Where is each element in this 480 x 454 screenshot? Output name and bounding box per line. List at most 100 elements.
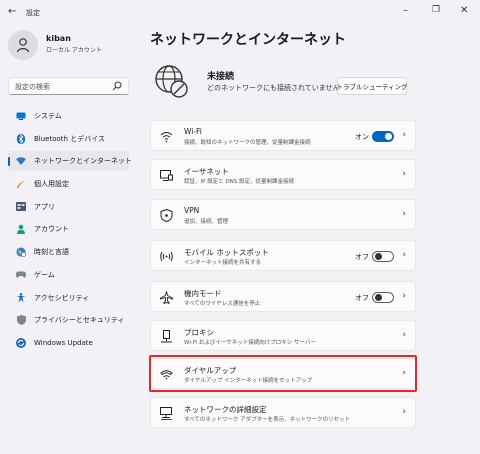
ethernet-icon bbox=[160, 170, 173, 181]
proxy-icon bbox=[161, 330, 172, 343]
sidebar-item-label: Windows Update bbox=[34, 338, 93, 347]
card-title: ダイヤルアップ bbox=[184, 366, 237, 375]
sidebar-item-label: アクセシビリティ bbox=[34, 293, 90, 302]
ethernet-card[interactable]: イーサネット 認証、IP 設定と DNS 設定、従量制課金接続 › bbox=[150, 159, 416, 190]
toggle-state-label: オン bbox=[355, 133, 369, 141]
chevron-right-icon: › bbox=[402, 250, 406, 260]
person-icon bbox=[16, 224, 26, 235]
connection-status-description: どのネットワークにも接続されていません。 bbox=[207, 84, 347, 92]
dialup-card[interactable]: ダイヤルアップ ダイヤルアップ インターネット接続をセットアップ › bbox=[150, 358, 416, 389]
network-icon bbox=[16, 156, 26, 166]
hotspot-icon bbox=[160, 251, 173, 262]
vpn-card[interactable]: VPN 追加、接続、管理 › bbox=[150, 199, 416, 230]
dialup-icon bbox=[160, 370, 173, 380]
back-arrow-icon[interactable]: ← bbox=[8, 6, 16, 17]
wifi-card[interactable]: Wi-Fi 接続、既知のネットワークの管理、従量制課金接続 オン › bbox=[150, 120, 416, 151]
card-description: 認証、IP 設定と DNS 設定、従量制課金接続 bbox=[184, 179, 295, 185]
airplane-mode-card[interactable]: 機内モード すべてのワイヤレス通信を停止 オフ › bbox=[150, 281, 416, 312]
card-description: インターネット接続を共有する bbox=[184, 260, 262, 266]
person-icon bbox=[16, 38, 30, 53]
sidebar-item-label: プライバシーとセキュリティ bbox=[34, 316, 125, 325]
card-description: 追加、接続、管理 bbox=[184, 219, 229, 225]
page-title: ネットワークとインターネット bbox=[150, 32, 346, 48]
sidebar-item-bluetooth[interactable]: Bluetooth とデバイス bbox=[8, 129, 129, 149]
avatar bbox=[8, 30, 38, 60]
chevron-right-icon: › bbox=[402, 209, 406, 219]
sidebar-item-windows-update[interactable]: Windows Update bbox=[8, 333, 129, 353]
card-description: すべてのネットワーク アダプターを表示、ネットワークのリセット bbox=[184, 417, 351, 423]
sidebar-item-label: 時刻と言語 bbox=[34, 248, 69, 257]
toggle-state-label: オフ bbox=[355, 294, 369, 302]
sidebar-item-apps[interactable]: アプリ bbox=[8, 197, 129, 217]
search-input[interactable]: 設定の検索 bbox=[15, 82, 50, 92]
maximize-button[interactable]: ❐ bbox=[432, 5, 440, 15]
toggle-state-label: オフ bbox=[355, 253, 369, 261]
bluetooth-icon bbox=[16, 133, 26, 144]
sidebar-item-label: アプリ bbox=[34, 202, 55, 211]
sidebar-item-gaming[interactable]: ゲーム bbox=[8, 265, 129, 285]
chevron-right-icon: › bbox=[402, 291, 406, 301]
brush-icon bbox=[16, 179, 26, 189]
sidebar-item-label: システム bbox=[34, 112, 62, 120]
sidebar-item-label: 個人用設定 bbox=[34, 180, 69, 189]
card-title: イーサネット bbox=[184, 167, 229, 176]
connection-status-title: 未接続 bbox=[207, 72, 235, 82]
account-type: ローカル アカウント bbox=[46, 47, 102, 54]
accessibility-icon bbox=[16, 292, 26, 303]
toggle-knob bbox=[375, 294, 382, 301]
wifi-icon bbox=[160, 132, 173, 143]
chevron-right-icon: › bbox=[402, 330, 406, 340]
wifi-toggle[interactable] bbox=[372, 131, 394, 142]
active-indicator bbox=[8, 157, 10, 167]
card-title: ネットワークの詳細設定 bbox=[184, 405, 267, 414]
update-icon bbox=[16, 337, 26, 348]
gamepad-icon bbox=[16, 270, 26, 280]
monitor-icon bbox=[16, 111, 26, 121]
search-icon[interactable] bbox=[112, 81, 122, 91]
minimize-button[interactable]: – bbox=[403, 5, 408, 16]
user-profile[interactable]: kiban ローカル アカウント bbox=[8, 30, 128, 70]
sidebar-item-personalization[interactable]: 個人用設定 bbox=[8, 174, 129, 194]
title-bar: ← 設定 – ❐ ✕ bbox=[0, 0, 480, 26]
chevron-right-icon: › bbox=[402, 169, 406, 179]
sidebar-item-time-language[interactable]: 時刻と言語 bbox=[8, 242, 129, 262]
airplane-icon bbox=[160, 291, 173, 304]
card-description: Wi-Fi およびイーサネット接続向けプロキシ サーバー bbox=[184, 340, 316, 346]
sidebar-item-network[interactable]: ネットワークとインターネット bbox=[8, 151, 132, 172]
card-description: すべてのワイヤレス通信を停止 bbox=[184, 301, 261, 307]
mobile-hotspot-toggle[interactable] bbox=[372, 251, 394, 262]
sidebar-nav: システム Bluetooth とデバイス ネットワークとインターネット 個人用設… bbox=[8, 106, 132, 356]
globe-clock-icon bbox=[16, 247, 26, 258]
close-button[interactable]: ✕ bbox=[460, 5, 468, 16]
toggle-knob bbox=[375, 253, 382, 260]
sidebar-item-accessibility[interactable]: アクセシビリティ bbox=[8, 288, 129, 308]
card-title: VPN bbox=[184, 206, 200, 215]
advanced-network-icon bbox=[160, 407, 172, 420]
sidebar-item-label: ゲーム bbox=[34, 270, 55, 279]
shield-icon bbox=[16, 315, 26, 326]
mobile-hotspot-card[interactable]: モバイル ホットスポット インターネット接続を共有する オフ › bbox=[150, 240, 416, 271]
chevron-right-icon: › bbox=[402, 368, 406, 378]
card-title: Wi-Fi bbox=[184, 127, 202, 136]
sidebar-item-label: Bluetooth とデバイス bbox=[34, 134, 105, 143]
sidebar-item-label: アカウント bbox=[34, 225, 69, 234]
chevron-right-icon: › bbox=[402, 407, 406, 417]
sidebar-item-accounts[interactable]: アカウント bbox=[8, 219, 129, 239]
card-description: 接続、既知のネットワークの管理、従量制課金接続 bbox=[184, 140, 311, 146]
apps-icon bbox=[16, 202, 26, 212]
sidebar-item-label: ネットワークとインターネット bbox=[34, 157, 132, 166]
sidebar-item-system[interactable]: システム bbox=[8, 106, 129, 126]
airplane-mode-toggle[interactable] bbox=[372, 292, 394, 303]
search-box[interactable]: 設定の検索 bbox=[8, 77, 129, 95]
chevron-right-icon: › bbox=[402, 130, 406, 140]
app-title: 設定 bbox=[26, 9, 40, 17]
globe-disconnected-icon bbox=[155, 65, 188, 98]
card-title: モバイル ホットスポット bbox=[184, 248, 269, 257]
proxy-card[interactable]: プロキシ Wi-Fi およびイーサネット接続向けプロキシ サーバー › bbox=[150, 320, 416, 351]
card-title: プロキシ bbox=[184, 328, 214, 337]
sidebar-item-privacy-security[interactable]: プライバシーとセキュリティ bbox=[8, 310, 129, 330]
advanced-network-card[interactable]: ネットワークの詳細設定 すべてのネットワーク アダプターを表示、ネットワークのリ… bbox=[150, 397, 416, 428]
toggle-knob bbox=[385, 133, 392, 140]
user-name: kiban bbox=[46, 34, 71, 43]
troubleshoot-button[interactable]: トラブルシューティング bbox=[336, 77, 408, 95]
